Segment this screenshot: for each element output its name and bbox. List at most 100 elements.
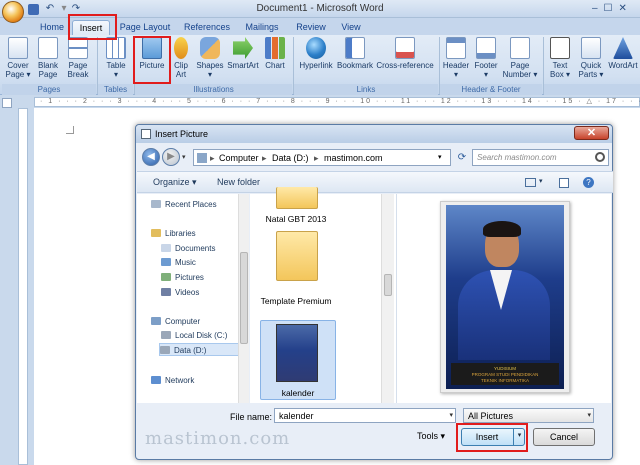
tab-page-layout[interactable]: Page Layout bbox=[118, 20, 172, 35]
close-button[interactable]: ✕ bbox=[574, 126, 609, 140]
view-icon[interactable] bbox=[525, 178, 536, 187]
chevron-down-icon[interactable]: ▾ bbox=[182, 153, 186, 161]
chevron-down-icon: ▾ bbox=[587, 412, 591, 419]
text-box-label: Text bbox=[552, 61, 568, 70]
file-name[interactable]: kalender bbox=[253, 388, 343, 398]
shapes-button[interactable]: Shapes ▾ bbox=[196, 37, 224, 79]
tab-references[interactable]: References bbox=[182, 20, 232, 35]
nav-label: Local Disk (C:) bbox=[175, 331, 228, 340]
tools-button[interactable]: Tools ▾ bbox=[417, 431, 445, 442]
tab-home[interactable]: Home bbox=[34, 20, 70, 35]
page-margin-mark bbox=[66, 126, 74, 134]
nav-label: Recent Places bbox=[165, 200, 217, 209]
quick-parts-icon bbox=[581, 37, 601, 59]
nav-item-data-d[interactable]: Data (D:) bbox=[159, 343, 239, 356]
vertical-ruler[interactable] bbox=[18, 108, 28, 465]
computer-icon bbox=[151, 317, 161, 325]
clip-art-icon bbox=[174, 37, 188, 59]
tab-selector[interactable] bbox=[2, 98, 12, 108]
page-number-button[interactable]: Page Number ▾ bbox=[502, 37, 538, 79]
forward-icon[interactable]: ▶ bbox=[162, 148, 180, 166]
chart-icon bbox=[265, 37, 285, 59]
search-input[interactable]: Search mastimon.com bbox=[472, 149, 609, 166]
header-label-2: ▾ bbox=[453, 70, 458, 79]
nav-item-documents[interactable]: Documents bbox=[161, 242, 215, 255]
crumb-separator: ▸ bbox=[262, 153, 267, 163]
address-bar: ◀ ▶ ▾ ▸ Computer ▸ Data (D:) ▸ mastimon.… bbox=[142, 147, 609, 169]
nav-scrollbar[interactable] bbox=[238, 194, 249, 403]
chevron-down-icon[interactable]: ▾ bbox=[539, 177, 543, 185]
page-number-label: Page bbox=[510, 61, 530, 70]
back-icon[interactable]: ◀ bbox=[142, 148, 160, 166]
cancel-button[interactable]: Cancel bbox=[533, 428, 595, 446]
quick-parts-button[interactable]: Quick Parts ▾ bbox=[576, 37, 606, 79]
nav-item-pictures[interactable]: Pictures bbox=[161, 271, 204, 284]
nav-item-libraries[interactable]: Libraries bbox=[151, 227, 196, 240]
breadcrumb-mastimon[interactable]: mastimon.com bbox=[324, 153, 383, 163]
file-name-input[interactable]: kalender ▾ bbox=[274, 408, 456, 423]
wordart-button[interactable]: WordArt bbox=[606, 37, 640, 70]
nav-label: Videos bbox=[175, 288, 200, 297]
chevron-down-icon[interactable]: ▾ bbox=[449, 411, 453, 419]
bookmark-label: Bookmark bbox=[337, 61, 374, 70]
page-break-label-2: Break bbox=[67, 70, 89, 79]
text-box-button[interactable]: Text Box ▾ bbox=[546, 37, 574, 79]
cover-page-button[interactable]: Cover Page ▾ bbox=[4, 37, 32, 79]
window-controls[interactable]: –☐✕ bbox=[592, 3, 633, 14]
file-type-select[interactable]: All Pictures ▾ bbox=[463, 408, 594, 423]
scrollbar-thumb[interactable] bbox=[384, 274, 392, 296]
blank-page-icon bbox=[38, 37, 58, 59]
clip-art-button[interactable]: Clip Art bbox=[170, 37, 192, 79]
nav-item-computer[interactable]: Computer bbox=[151, 315, 200, 328]
tab-view[interactable]: View bbox=[338, 20, 364, 35]
nav-item-recent-places[interactable]: Recent Places bbox=[151, 198, 217, 211]
breadcrumb-data-d[interactable]: Data (D:) bbox=[272, 153, 309, 163]
folder-icon[interactable] bbox=[276, 231, 318, 281]
image-thumbnail bbox=[276, 324, 318, 382]
chart-button[interactable]: Chart bbox=[262, 37, 288, 70]
nav-item-videos[interactable]: Videos bbox=[161, 286, 199, 299]
nav-item-music[interactable]: Music bbox=[161, 256, 196, 269]
nav-item-local-disk-c[interactable]: Local Disk (C:) bbox=[161, 329, 227, 342]
smartart-button[interactable]: SmartArt bbox=[226, 37, 260, 70]
bookmark-button[interactable]: Bookmark bbox=[337, 37, 373, 70]
file-type-value: All Pictures bbox=[468, 411, 514, 421]
page-break-button[interactable]: Page Break bbox=[64, 37, 92, 79]
organize-button[interactable]: Organize ▾ bbox=[153, 177, 197, 188]
blank-page-button[interactable]: Blank Page bbox=[34, 37, 62, 79]
libraries-icon bbox=[151, 229, 161, 237]
videos-icon bbox=[161, 288, 171, 296]
folder-icon[interactable] bbox=[276, 187, 318, 209]
cover-page-label: Cover bbox=[7, 61, 29, 70]
pictures-icon bbox=[161, 273, 171, 281]
preview-pane-icon[interactable] bbox=[559, 178, 569, 188]
tab-review[interactable]: Review bbox=[294, 20, 328, 35]
footer-button[interactable]: Footer ▾ bbox=[472, 37, 500, 79]
nav-item-network[interactable]: Network bbox=[151, 374, 194, 387]
new-folder-button[interactable]: New folder bbox=[217, 177, 260, 187]
scrollbar-thumb[interactable] bbox=[240, 252, 248, 344]
chevron-down-icon[interactable]: ▾ bbox=[438, 153, 442, 161]
cross-reference-button[interactable]: Cross-reference bbox=[375, 37, 435, 70]
file-name[interactable]: Template Premium bbox=[251, 296, 341, 306]
footer-label: Footer bbox=[474, 61, 498, 70]
address-input[interactable]: ▸ Computer ▸ Data (D:) ▸ mastimon.com ▾ bbox=[193, 149, 451, 166]
cover-page-icon bbox=[8, 37, 28, 59]
help-icon[interactable]: ? bbox=[583, 177, 594, 188]
office-button[interactable] bbox=[2, 1, 24, 23]
search-icon[interactable] bbox=[595, 152, 605, 162]
hyperlink-button[interactable]: Hyperlink bbox=[297, 37, 335, 70]
photo-caption: YUDISIUM bbox=[493, 366, 516, 371]
nav-label: Data (D:) bbox=[174, 346, 207, 355]
word-icon bbox=[141, 129, 151, 139]
tab-mailings[interactable]: Mailings bbox=[242, 20, 282, 35]
breadcrumb-computer[interactable]: Computer bbox=[219, 153, 259, 163]
header-button[interactable]: Header ▾ bbox=[442, 37, 470, 79]
file-scrollbar[interactable] bbox=[381, 194, 394, 403]
nav-label: Pictures bbox=[175, 273, 204, 282]
disk-icon bbox=[161, 331, 171, 339]
bookmark-icon bbox=[345, 37, 365, 59]
refresh-icon[interactable]: ⟳ bbox=[455, 149, 469, 166]
table-button[interactable]: Table ▾ bbox=[102, 37, 130, 79]
file-name[interactable]: Natal GBT 2013 bbox=[251, 214, 341, 224]
